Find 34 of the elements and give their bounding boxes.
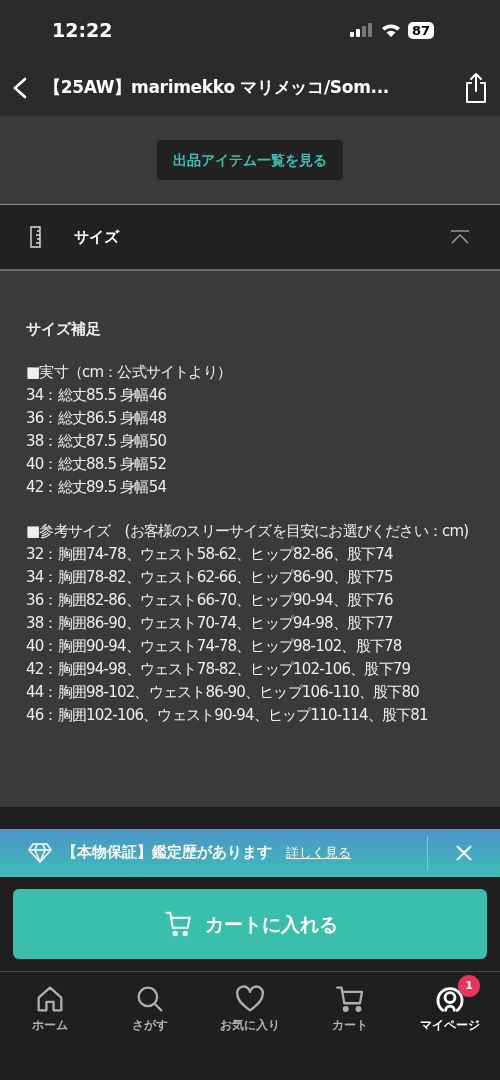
authenticity-text: 【本物保証】鑑定歴があります: [62, 843, 272, 863]
size-line: 38：総丈87.5 身幅50: [26, 431, 168, 452]
size-line: ■参考サイズ (お客様のスリーサイズを目安にお選びください：cm): [26, 521, 470, 542]
tab-item[interactable]: カート: [300, 974, 400, 1042]
tab-item[interactable]: マイページ 1: [400, 974, 500, 1042]
battery-indicator: 87: [407, 21, 434, 39]
tab-item[interactable]: ホーム: [0, 974, 100, 1042]
tab-item[interactable]: さがす: [100, 974, 200, 1042]
collapse-icon[interactable]: [450, 230, 470, 244]
size-line: 46：胸囲102-106、ウェスト90-94、ヒップ110-114、股下81: [26, 705, 429, 726]
size-line: 36：総丈86.5 身幅48: [26, 408, 168, 429]
page-title: 【25AW】marimekko マリメッコ/Som...: [44, 76, 390, 100]
size-line: 36：胸囲82-86、ウェスト66-70、ヒップ90-94、股下76: [26, 590, 394, 611]
size-heading: サイズ補足: [26, 319, 102, 340]
close-icon[interactable]: [456, 845, 472, 861]
signal-icon: [349, 23, 374, 37]
size-line: 34：総丈85.5 身幅46: [26, 385, 168, 406]
size-line: 40：総丈88.5 身幅52: [26, 454, 168, 475]
size-line: 40：胸囲90-94、ウェスト74-78、ヒップ98-102、股下78: [26, 636, 403, 657]
size-line: 44：胸囲98-102、ウェスト86-90、ヒップ106-110、股下80: [26, 682, 420, 703]
notification-badge: 1: [458, 975, 480, 997]
size-line: 42：胸囲94-98、ウェスト78-82、ヒップ102-106、股下79: [26, 659, 412, 680]
wifi-icon: [380, 23, 401, 37]
section-title: サイズ: [74, 226, 121, 248]
size-line: 32：胸囲74-78、ウェスト58-62、ヒップ82-86、股下74: [26, 544, 394, 565]
size-line: 38：胸囲86-90、ウェスト70-74、ヒップ94-98、股下77: [26, 613, 394, 634]
ruler-icon: [30, 226, 44, 248]
size-line: 42：総丈89.5 身幅54: [26, 477, 168, 498]
diamond-icon: [28, 842, 52, 864]
tab-item[interactable]: お気に入り: [200, 974, 300, 1042]
status-time: 12:22: [52, 17, 113, 43]
shop-items-button[interactable]: 出品アイテム一覧を見る: [157, 140, 343, 180]
size-line: ■実寸（cm：公式サイトより）: [26, 362, 233, 383]
size-line: 34：胸囲78-82、ウェスト62-66、ヒップ86-90、股下75: [26, 567, 394, 588]
